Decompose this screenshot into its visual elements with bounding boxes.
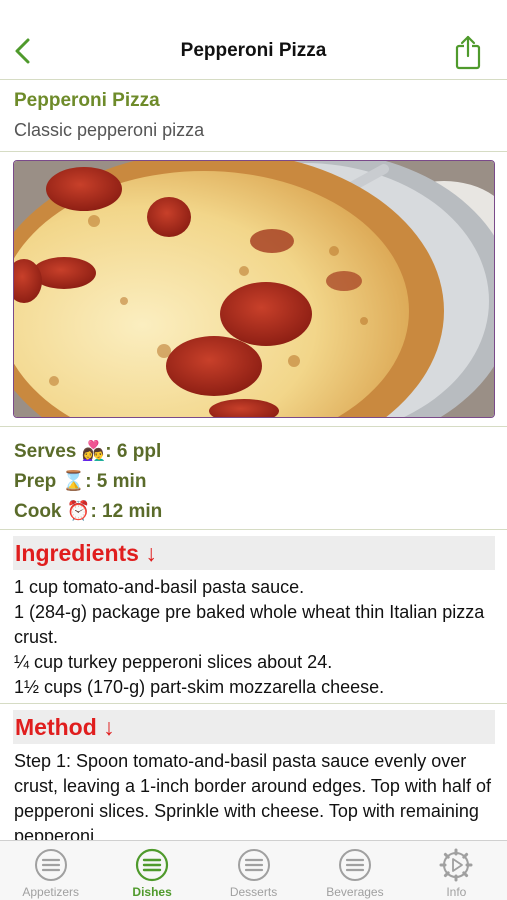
divider bbox=[0, 529, 507, 530]
prep-value: : 5 min bbox=[85, 471, 147, 492]
recipe-stats: Serves 👩‍❤️‍👨: 6 ppl Prep ⌛: 5 min Cook … bbox=[14, 437, 162, 527]
prep-label: Prep bbox=[14, 471, 57, 492]
hourglass-icon: ⌛ bbox=[61, 471, 86, 492]
ingredients-heading[interactable]: Ingredients ↓ bbox=[13, 536, 495, 570]
divider bbox=[0, 426, 507, 427]
recipe-subtitle: Classic pepperoni pizza bbox=[14, 120, 205, 140]
list-item: 1½ cups (170-g) part-skim mozzarella che… bbox=[14, 677, 385, 697]
prep-row: Prep ⌛: 5 min bbox=[14, 467, 162, 497]
tab-desserts[interactable]: Desserts bbox=[203, 841, 304, 900]
list-item: 1 cup tomato-and-basil pasta sauce. bbox=[14, 577, 305, 597]
gear-icon bbox=[439, 848, 473, 882]
tab-label: Appetizers bbox=[22, 885, 80, 899]
divider bbox=[0, 703, 507, 704]
recipe-photo bbox=[13, 160, 495, 418]
tab-beverages[interactable]: Beverages bbox=[304, 841, 405, 900]
tab-bar: Appetizers Dishes Desserts Beverages Inf… bbox=[0, 840, 507, 900]
tab-dishes[interactable]: Dishes bbox=[101, 841, 202, 900]
tab-label: Beverages bbox=[326, 885, 384, 899]
recipe-name: Pepperoni Pizza bbox=[14, 90, 160, 111]
list-item: ¼ cup turkey pepperoni slices about 24. bbox=[14, 652, 333, 672]
list-icon bbox=[34, 849, 67, 881]
cook-value: : 12 min bbox=[90, 501, 163, 522]
tab-label: Desserts bbox=[229, 885, 278, 899]
tab-appetizers[interactable]: Appetizers bbox=[0, 841, 101, 900]
cook-label: Cook bbox=[14, 501, 62, 522]
serves-value: : 6 ppl bbox=[105, 441, 162, 462]
tab-label: Dishes bbox=[132, 885, 172, 899]
recipe-header: Pepperoni Pizza Classic pepperoni pizza bbox=[0, 80, 507, 152]
list-icon bbox=[338, 849, 371, 881]
method-text: Step 1: Spoon tomato-and-basil pasta sau… bbox=[14, 751, 491, 842]
cook-row: Cook ⏰: 12 min bbox=[14, 497, 162, 527]
tab-label: Info bbox=[446, 885, 467, 899]
serves-row: Serves 👩‍❤️‍👨: 6 ppl bbox=[14, 437, 162, 467]
list-icon bbox=[237, 849, 270, 881]
tab-info[interactable]: Info bbox=[406, 841, 507, 900]
page-title: Pepperoni Pizza bbox=[180, 40, 327, 61]
serves-label: Serves bbox=[14, 441, 77, 462]
list-item: 1 (284-g) package pre baked whole wheat … bbox=[14, 602, 485, 647]
navigation-bar: Pepperoni Pizza bbox=[0, 0, 507, 80]
list-icon bbox=[136, 848, 169, 882]
method-heading[interactable]: Method ↓ bbox=[13, 710, 495, 744]
alarm-clock-icon: ⏰ bbox=[66, 501, 91, 522]
share-icon[interactable] bbox=[453, 34, 483, 70]
couple-icon: 👩‍❤️‍👨 bbox=[81, 441, 106, 462]
ingredients-list: 1 cup tomato-and-basil pasta sauce. 1 (2… bbox=[14, 575, 498, 700]
